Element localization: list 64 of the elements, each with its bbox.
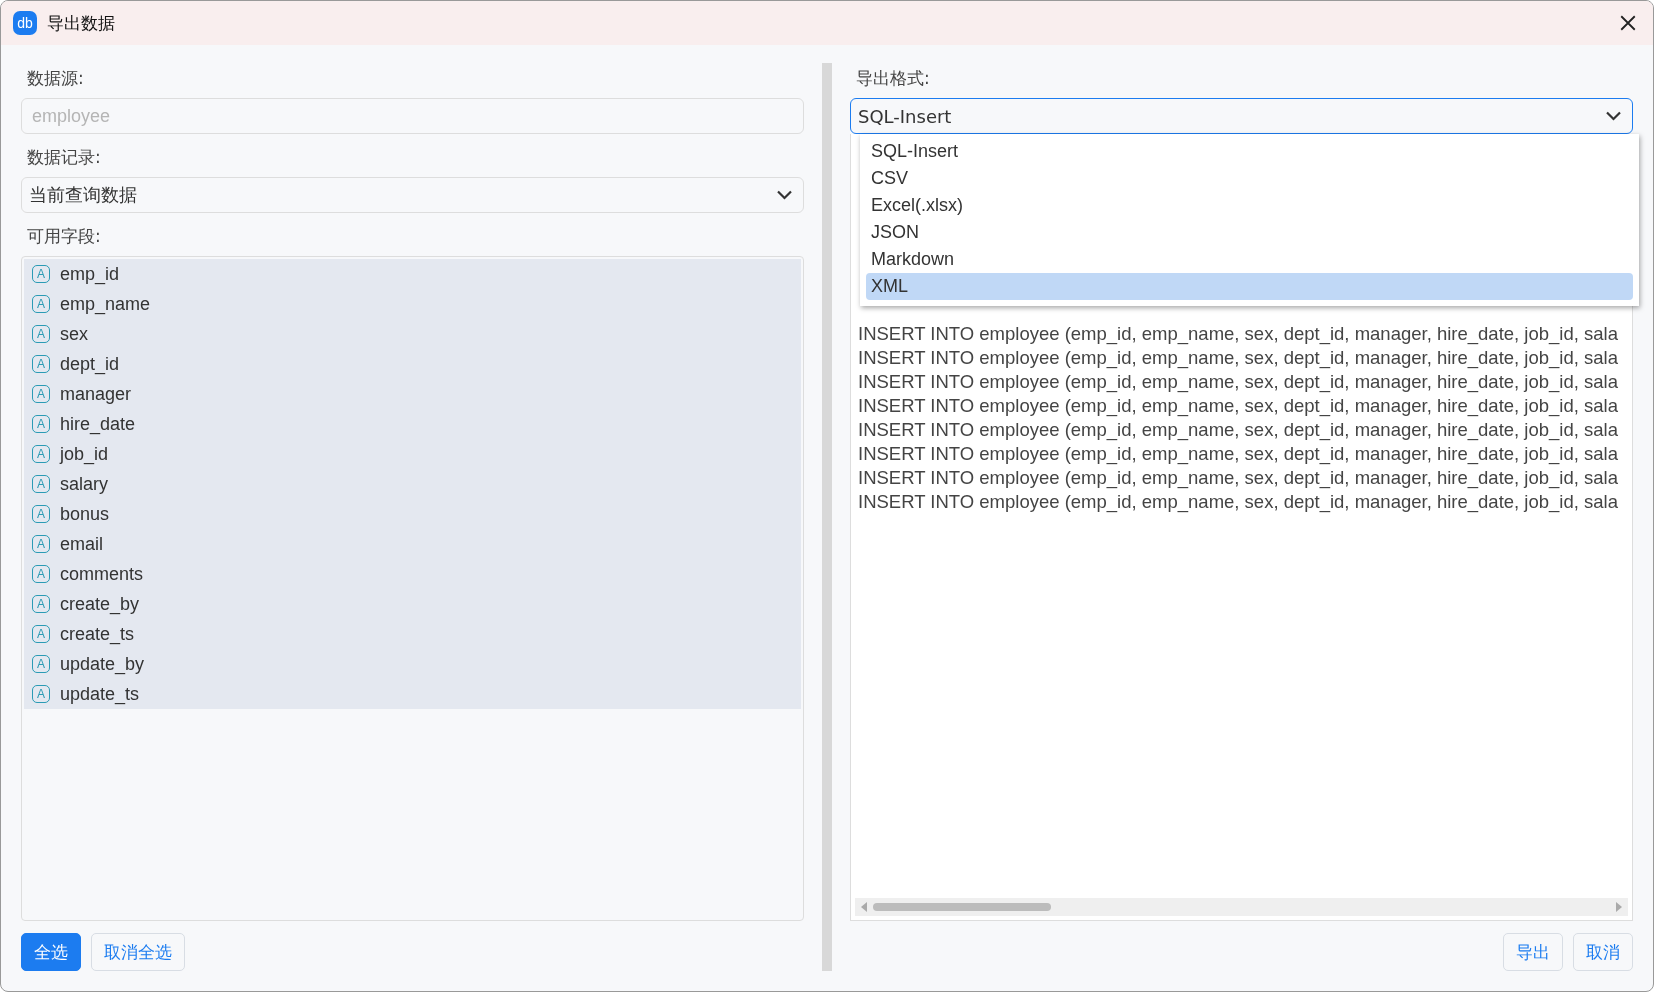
sql-line: INSERT INTO employee (emp_id, emp_name, sex, dept_id, manager, hire_date, job_id, sala xyxy=(858,490,1619,514)
cancel-button[interactable]: 取消 xyxy=(1573,933,1633,971)
field-item[interactable]: A email xyxy=(24,529,801,559)
sql-line: INSERT INTO employee (emp_id, emp_name, sex, dept_id, manager, hire_date, job_id, sala xyxy=(858,370,1619,394)
sql-line: INSERT INTO employee (emp_id, emp_name, sex, dept_id, manager, hire_date, job_id, sala xyxy=(858,322,1619,346)
text-type-icon: A xyxy=(32,445,50,463)
sql-line: INSERT INTO employee (emp_id, emp_name, sex, dept_id, manager, hire_date, job_id, sala xyxy=(858,442,1619,466)
chevron-icon xyxy=(776,190,793,200)
menu-option[interactable]: JSON xyxy=(866,219,1633,246)
sql-line: INSERT INTO employee (emp_id, emp_name, sex, dept_id, manager, hire_date, job_id, sala xyxy=(858,466,1619,490)
text-type-icon: A xyxy=(32,355,50,373)
text-type-icon: A xyxy=(32,505,50,523)
field-item[interactable]: A manager xyxy=(24,379,801,409)
deselect-all-button[interactable]: 取消全选 xyxy=(91,933,185,971)
text-type-icon: A xyxy=(32,595,50,613)
text-type-icon: A xyxy=(32,325,50,343)
field-item[interactable]: A emp_name xyxy=(24,289,801,319)
field-item[interactable]: A create_by xyxy=(24,589,801,619)
select-all-button[interactable]: 全选 xyxy=(21,933,81,971)
scroll-thumb[interactable] xyxy=(873,903,1051,911)
field-item[interactable]: A hire_date xyxy=(24,409,801,439)
menu-option[interactable]: CSV xyxy=(866,165,1633,192)
menu-option[interactable]: Excel(.xlsx) xyxy=(866,192,1633,219)
horizontal-scrollbar[interactable] xyxy=(855,898,1628,916)
export-button[interactable]: 导出 xyxy=(1503,933,1563,971)
app-logo: db xyxy=(13,11,37,35)
text-type-icon: A xyxy=(32,415,50,433)
field-item[interactable]: A job_id xyxy=(24,439,801,469)
text-type-icon: A xyxy=(32,385,50,403)
field-item[interactable]: A dept_id xyxy=(24,349,801,379)
menu-option[interactable]: SQL-Insert xyxy=(866,138,1633,165)
text-type-icon: A xyxy=(32,655,50,673)
sql-line: INSERT INTO employee (emp_id, emp_name, sex, dept_id, manager, hire_date, job_id, sala xyxy=(858,418,1619,442)
close-icon[interactable] xyxy=(1619,14,1637,32)
left-arrow-icon[interactable] xyxy=(861,902,867,912)
sql-line: INSERT INTO employee (emp_id, emp_name, sex, dept_id, manager, hire_date, job_id, sala xyxy=(858,394,1619,418)
field-label: 数据源: xyxy=(26,67,85,90)
text-type-icon: A xyxy=(32,295,50,313)
text-type-icon: A xyxy=(32,565,50,583)
sql-line: INSERT INTO employee (emp_id, emp_name, sex, dept_id, manager, hire_date, job_id, sala xyxy=(858,346,1619,370)
splitter-handle[interactable] xyxy=(822,63,832,971)
record-select[interactable]: 当前查询数据 xyxy=(21,177,804,213)
right-arrow-icon[interactable] xyxy=(1616,902,1622,912)
field-item[interactable]: A sex xyxy=(24,319,801,349)
text-type-icon: A xyxy=(32,685,50,703)
text-type-icon: A xyxy=(32,475,50,493)
field-item[interactable]: A update_ts xyxy=(24,679,801,709)
menu-option[interactable]: XML xyxy=(866,273,1633,300)
chevron-icon xyxy=(1605,111,1622,121)
text-type-icon: A xyxy=(32,265,50,283)
field-item[interactable]: A update_by xyxy=(24,649,801,679)
window-title: 导出数据 xyxy=(47,11,116,35)
field-item[interactable]: A salary xyxy=(24,469,801,499)
menu-option[interactable]: Markdown xyxy=(866,246,1633,273)
field-item[interactable]: A create_ts xyxy=(24,619,801,649)
field-item[interactable]: A bonus xyxy=(24,499,801,529)
field-label: 数据记录: xyxy=(26,146,102,169)
text-type-icon: A xyxy=(32,625,50,643)
format-select[interactable]: SQL-Insert xyxy=(850,98,1633,134)
field-item[interactable]: A comments xyxy=(24,559,801,589)
field-label: 可用字段: xyxy=(26,225,102,248)
field-label: 导出格式: xyxy=(855,67,931,90)
field-item[interactable]: A emp_id xyxy=(24,259,801,289)
text-type-icon: A xyxy=(32,535,50,553)
